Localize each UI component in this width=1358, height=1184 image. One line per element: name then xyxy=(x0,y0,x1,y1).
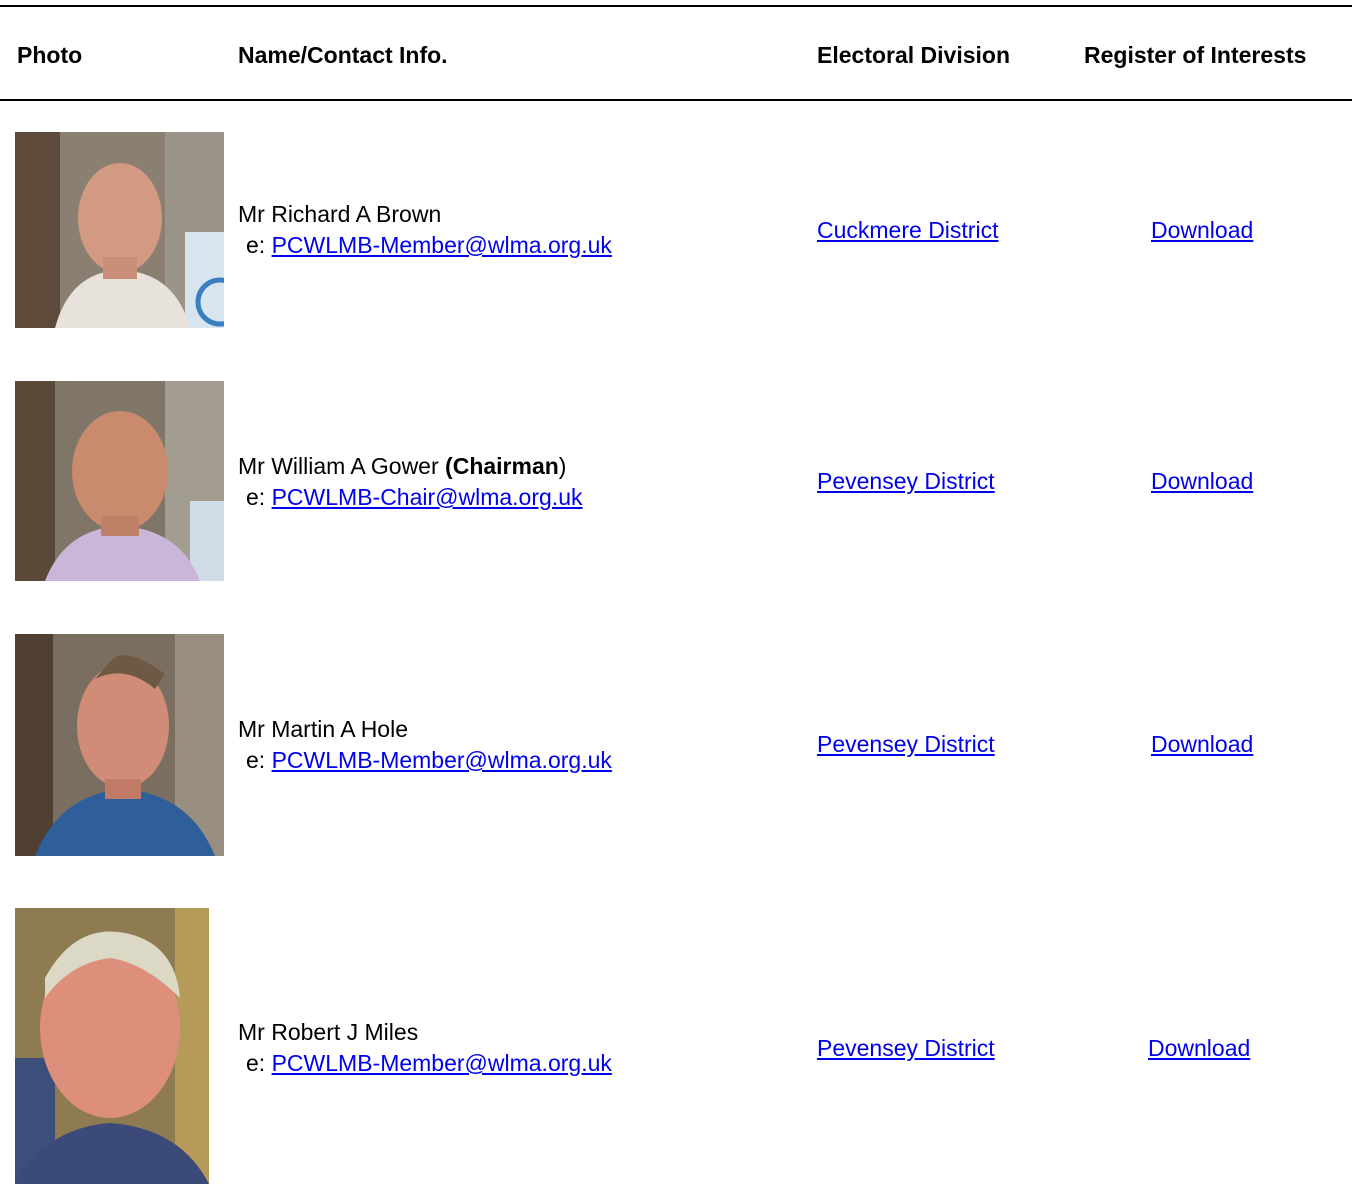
email-line: e: PCWLMB-Member@wlma.org.uk xyxy=(238,1048,612,1079)
division-link[interactable]: Pevensey District xyxy=(817,729,995,760)
member-name: Mr Martin A Hole xyxy=(238,716,408,742)
column-header-register: Register of Interests xyxy=(1084,42,1307,68)
member-email-link[interactable]: PCWLMB-Member@wlma.org.uk xyxy=(272,232,612,258)
email-prefix: e: xyxy=(246,1050,266,1076)
table-row: Mr Richard A Brown e: PCWLMB-Member@wlma… xyxy=(0,132,1352,328)
register-download-link[interactable]: Download xyxy=(1151,466,1253,497)
division-link[interactable]: Pevensey District xyxy=(817,466,995,497)
column-header-name: Name/Contact Info. xyxy=(238,42,448,68)
table-row: Mr William A Gower (Chairman) e: PCWLMB-… xyxy=(0,381,1352,581)
member-email-link[interactable]: PCWLMB-Member@wlma.org.uk xyxy=(272,1050,612,1076)
member-contact: Mr William A Gower (Chairman) e: PCWLMB-… xyxy=(238,451,582,513)
member-name-line: Mr William A Gower (Chairman) xyxy=(238,451,582,482)
member-photo xyxy=(15,381,224,581)
member-name: Mr Robert J Miles xyxy=(238,1019,419,1045)
member-contact: Mr Richard A Brown e: PCWLMB-Member@wlma… xyxy=(238,199,612,261)
register-download-link[interactable]: Download xyxy=(1151,729,1253,760)
email-prefix: e: xyxy=(246,747,266,773)
header-top-rule xyxy=(0,5,1352,7)
column-header-photo: Photo xyxy=(17,42,83,68)
division-link[interactable]: Cuckmere District xyxy=(817,215,998,246)
register-download-link[interactable]: Download xyxy=(1151,215,1253,246)
table-row: Mr Martin A Hole e: PCWLMB-Member@wlma.o… xyxy=(0,634,1352,856)
register-download-link[interactable]: Download xyxy=(1148,1033,1250,1064)
member-contact: Mr Robert J Miles e: PCWLMB-Member@wlma.… xyxy=(238,1017,612,1079)
member-role-close: ) xyxy=(558,453,567,479)
member-email-link[interactable]: PCWLMB-Chair@wlma.org.uk xyxy=(272,484,583,510)
table-row: Mr Robert J Miles e: PCWLMB-Member@wlma.… xyxy=(0,908,1352,1184)
email-line: e: PCWLMB-Member@wlma.org.uk xyxy=(238,230,612,261)
member-name: Mr William A Gower xyxy=(238,453,439,479)
email-line: e: PCWLMB-Member@wlma.org.uk xyxy=(238,745,612,776)
member-email-link[interactable]: PCWLMB-Member@wlma.org.uk xyxy=(272,747,612,773)
member-contact: Mr Martin A Hole e: PCWLMB-Member@wlma.o… xyxy=(238,714,612,776)
member-photo xyxy=(15,132,224,328)
email-prefix: e: xyxy=(246,484,266,510)
division-link[interactable]: Pevensey District xyxy=(817,1033,995,1064)
member-photo xyxy=(15,634,224,856)
email-prefix: e: xyxy=(246,232,266,258)
member-photo xyxy=(15,908,209,1184)
member-role-open: ( xyxy=(445,453,453,479)
email-line: e: PCWLMB-Chair@wlma.org.uk xyxy=(238,482,582,513)
header-bottom-rule xyxy=(0,99,1352,101)
column-header-division: Electoral Division xyxy=(817,42,1011,68)
member-name: Mr Richard A Brown xyxy=(238,201,442,227)
member-role: Chairman xyxy=(452,453,559,479)
